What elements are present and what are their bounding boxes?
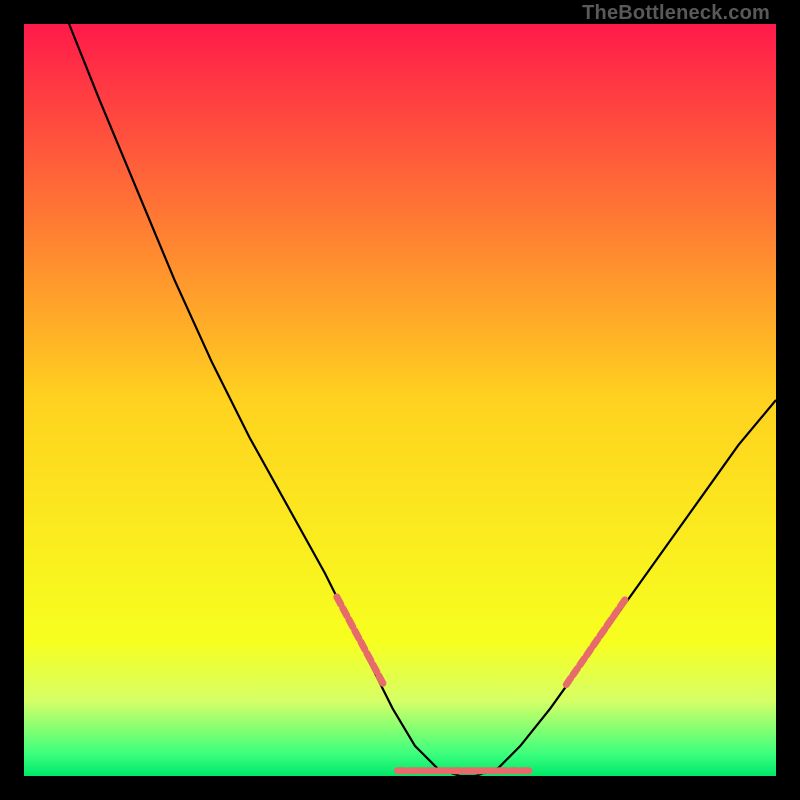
highlight-marker bbox=[573, 668, 578, 674]
highlight-marker bbox=[337, 597, 341, 604]
highlight-marker bbox=[379, 676, 383, 684]
highlight-marker bbox=[607, 620, 611, 626]
gradient-background bbox=[24, 24, 776, 776]
highlight-marker bbox=[349, 619, 353, 627]
highlight-marker bbox=[361, 642, 365, 649]
highlight-marker bbox=[587, 649, 591, 656]
watermark-text: TheBottleneck.com bbox=[582, 2, 770, 25]
highlight-marker bbox=[355, 631, 359, 639]
highlight-marker bbox=[593, 639, 598, 646]
highlight-marker bbox=[373, 665, 377, 672]
highlight-marker bbox=[343, 608, 347, 615]
chart-plot bbox=[24, 24, 776, 776]
chart-frame bbox=[24, 24, 776, 776]
highlight-marker bbox=[600, 629, 605, 635]
highlight-marker bbox=[566, 678, 570, 685]
highlight-marker bbox=[620, 600, 625, 607]
highlight-marker bbox=[367, 653, 371, 660]
highlight-marker bbox=[580, 659, 585, 665]
highlight-marker bbox=[614, 610, 619, 617]
